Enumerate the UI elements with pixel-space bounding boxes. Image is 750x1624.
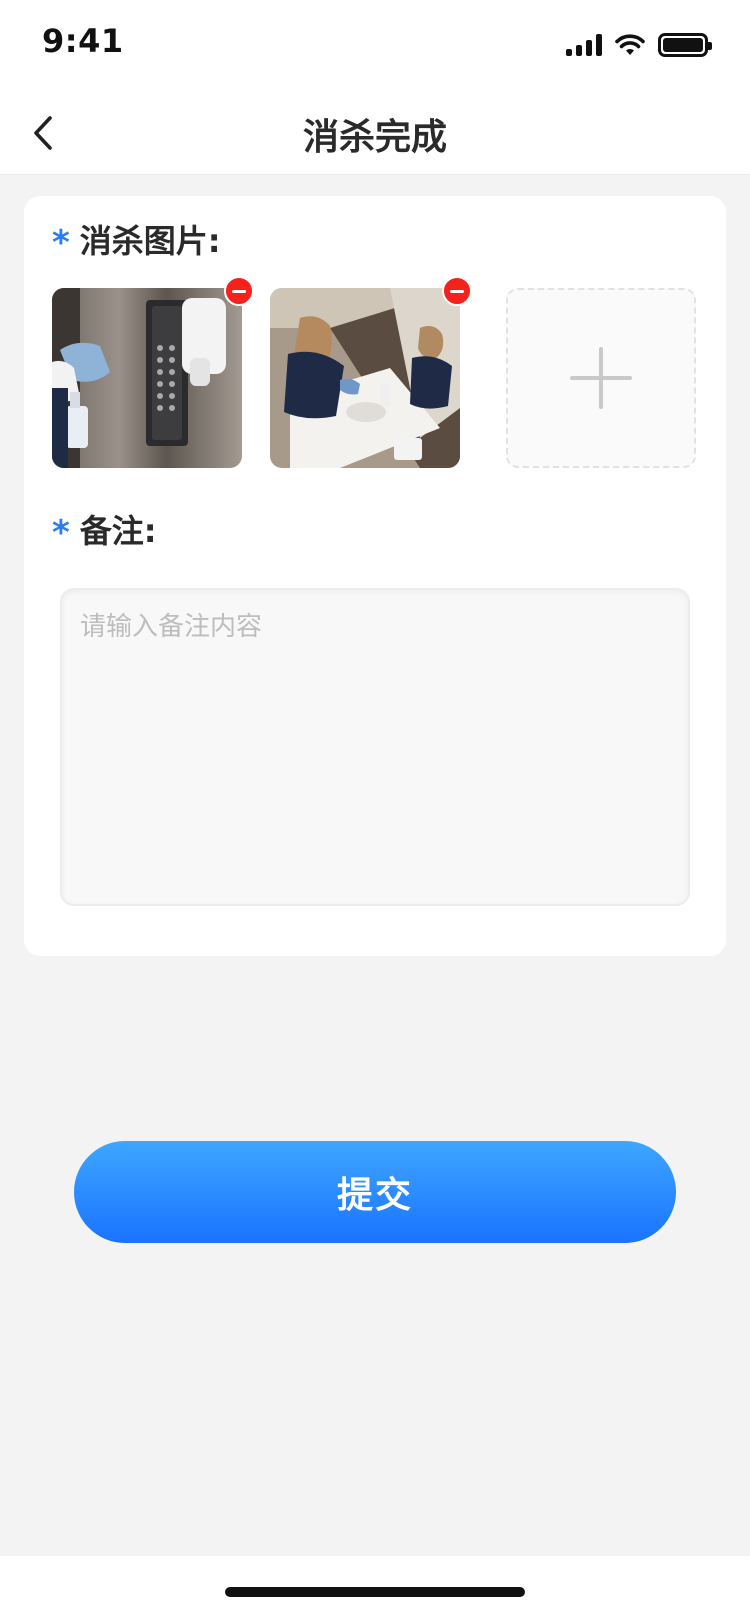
photo-sink-cleaning	[270, 288, 460, 468]
status-time: 9:41	[42, 22, 124, 60]
photo-thumbnail[interactable]	[52, 276, 254, 468]
screen: 9:41 消杀完成 * 消杀图片: * 备注: 请输入备注内容 提交	[0, 0, 750, 1624]
plus-icon	[570, 347, 632, 409]
battery-icon	[658, 33, 712, 57]
remove-photo-button[interactable]	[224, 276, 254, 306]
home-indicator	[225, 1587, 525, 1597]
wifi-icon	[615, 34, 645, 55]
remove-photo-button[interactable]	[442, 276, 472, 306]
required-mark: *	[52, 223, 70, 263]
header: 9:41 消杀完成	[0, 0, 750, 175]
signal-icon	[566, 34, 602, 56]
photo-thumbnail[interactable]	[270, 276, 472, 468]
note-label-text: 备注:	[79, 512, 157, 550]
required-mark: *	[52, 513, 70, 553]
submit-button[interactable]: 提交	[74, 1141, 676, 1243]
photo-elevator-panel-cleaning	[52, 288, 242, 468]
home-bar	[0, 1556, 750, 1624]
note-field	[60, 588, 690, 906]
photos-label: * 消杀图片:	[52, 216, 221, 263]
page-title: 消杀完成	[302, 117, 447, 158]
note-textarea[interactable]	[80, 606, 670, 888]
note-label: * 备注:	[52, 506, 157, 553]
form-card: * 消杀图片: * 备注: 请输入备注内容	[24, 196, 726, 956]
status-icons	[566, 28, 712, 62]
add-photo-button[interactable]	[506, 288, 696, 468]
photos-label-text: 消杀图片:	[79, 222, 221, 260]
